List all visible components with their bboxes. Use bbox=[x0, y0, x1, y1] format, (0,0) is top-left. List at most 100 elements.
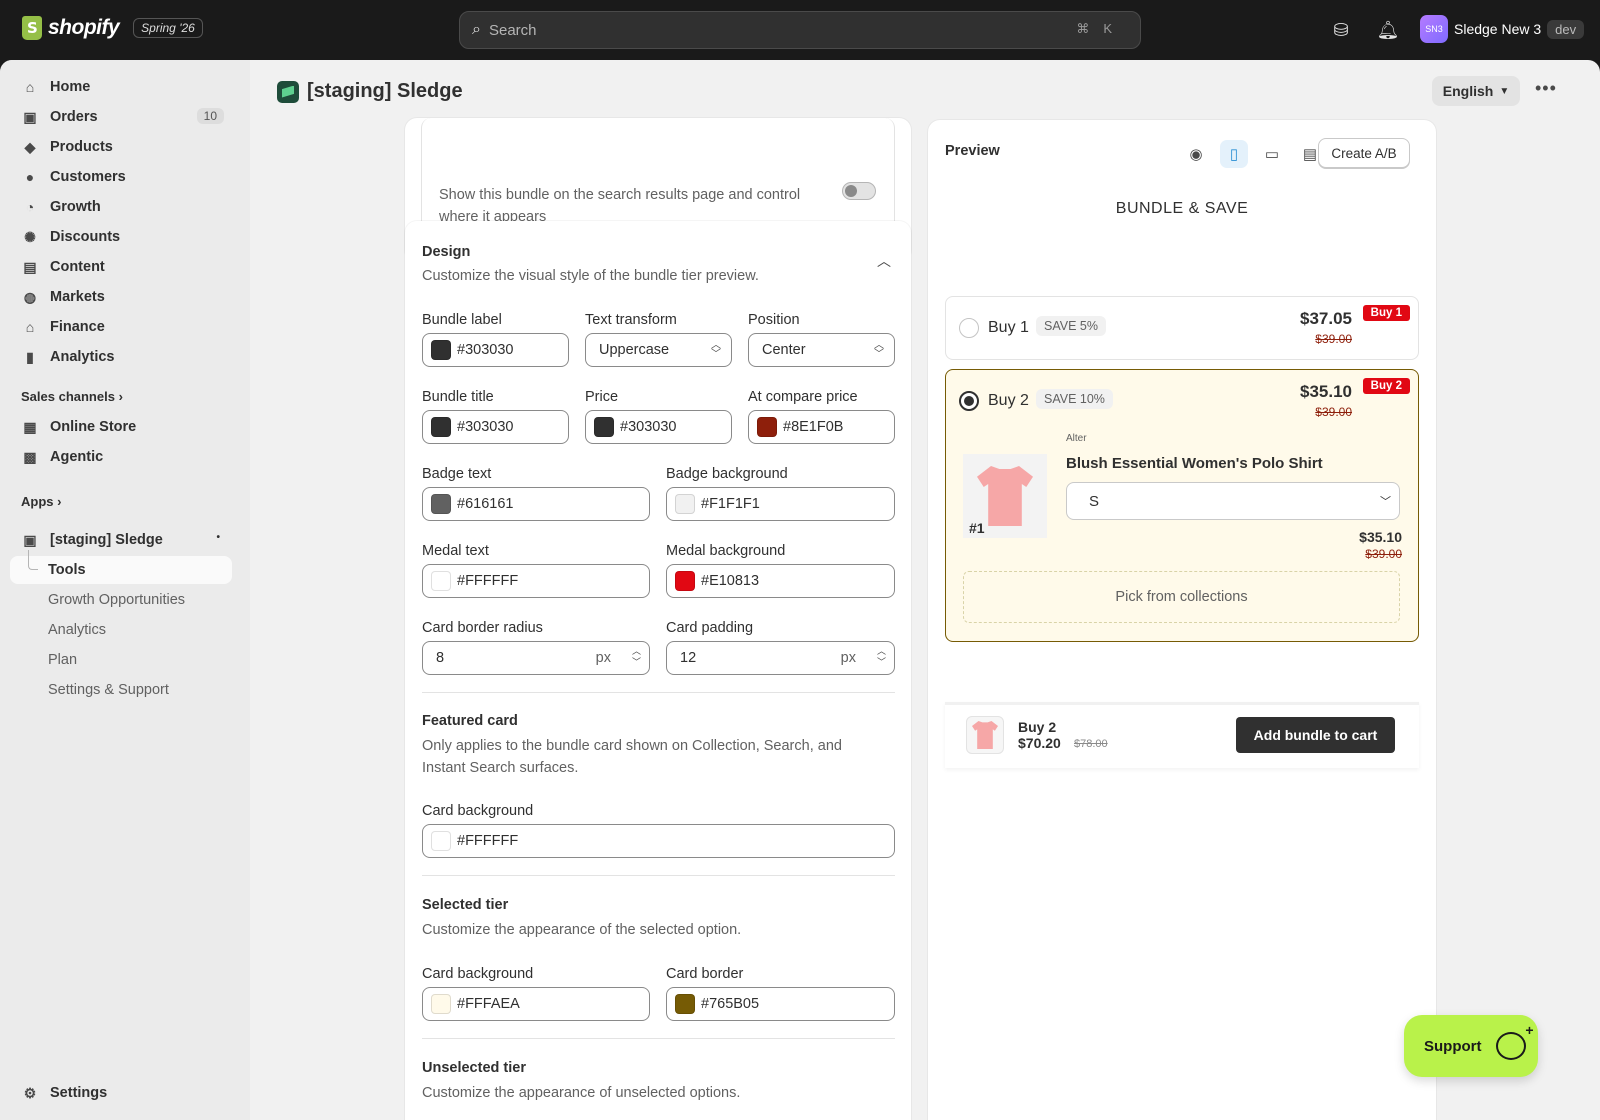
color-swatch[interactable] bbox=[431, 571, 451, 591]
sidebar-item-plan[interactable]: Plan bbox=[48, 652, 77, 668]
tier-radio-selected[interactable] bbox=[959, 391, 979, 411]
medal-text-color-field[interactable]: #FFFFFF bbox=[422, 564, 650, 598]
sidekick-icon[interactable]: ⛁ bbox=[1329, 18, 1353, 42]
stepper-arrows-icon[interactable]: ︿ ﹀ bbox=[632, 646, 641, 668]
sidebar-item-tools[interactable]: Tools bbox=[10, 550, 232, 584]
pick-from-collections-button[interactable]: Pick from collections bbox=[963, 571, 1400, 623]
badge-text-color-field[interactable]: #616161 bbox=[422, 487, 650, 521]
tier-radio[interactable] bbox=[959, 318, 979, 338]
shopify-bag-icon bbox=[22, 16, 42, 40]
sidebar-item-products[interactable]: ◆ Products bbox=[10, 133, 232, 161]
sidebar-item-home[interactable]: ⌂ Home bbox=[10, 73, 232, 101]
chevron-right-icon: › bbox=[57, 494, 62, 509]
preview-title: Preview bbox=[945, 143, 1000, 159]
more-actions-icon[interactable]: ••• bbox=[1535, 78, 1557, 99]
selected-card-background-color-field[interactable]: #FFFAEA bbox=[422, 987, 650, 1021]
support-button[interactable]: Support bbox=[1404, 1015, 1538, 1077]
tier-price: $37.05 bbox=[1300, 309, 1352, 328]
color-swatch[interactable] bbox=[431, 494, 451, 514]
sidebar-item-analytics[interactable]: ▮ Analytics bbox=[10, 343, 232, 371]
sidebar-item-customers[interactable]: ● Customers bbox=[10, 163, 232, 191]
desktop-icon[interactable]: ▭ bbox=[1258, 140, 1286, 168]
bundle-label-color-field[interactable]: #303030 bbox=[422, 333, 569, 367]
create-ab-button[interactable]: Create A/B bbox=[1318, 138, 1410, 168]
color-swatch[interactable] bbox=[431, 994, 451, 1014]
store-menu[interactable]: SN3 Sledge New 3 dev bbox=[1420, 15, 1585, 43]
featured-card-background-color-field[interactable]: #FFFFFF bbox=[422, 824, 895, 858]
sidebar-item-agentic[interactable]: ▩ Agentic bbox=[10, 443, 232, 471]
admin-shell: ⌂ Home ▣ Orders 10 ◆ Products ● Customers ◔ Gr… bbox=[0, 60, 1600, 1120]
bell-icon[interactable]: 🔔︎ bbox=[1376, 18, 1400, 42]
divider bbox=[422, 875, 895, 876]
price-color-field[interactable]: #303030 bbox=[585, 410, 732, 444]
home-icon: ⌂ bbox=[25, 79, 35, 95]
sidebar-item-sledge-app[interactable]: ▣ [staging] Sledge • bbox=[10, 526, 232, 554]
color-swatch[interactable] bbox=[594, 417, 614, 437]
text-transform-select[interactable]: Uppercase ︿ ﹀ bbox=[585, 333, 732, 367]
add-bundle-to-cart-button[interactable]: Add bundle to cart bbox=[1236, 717, 1395, 753]
color-swatch[interactable] bbox=[675, 494, 695, 514]
design-subtitle: Customize the visual style of the bundle… bbox=[422, 268, 759, 284]
edition-badge: Spring '26 bbox=[133, 18, 203, 38]
color-swatch[interactable] bbox=[675, 571, 695, 591]
color-swatch[interactable] bbox=[431, 340, 451, 360]
sticky-product-image bbox=[966, 716, 1004, 754]
sales-channels-header[interactable]: Sales channels › bbox=[21, 389, 123, 404]
apps-header[interactable]: Apps › bbox=[21, 494, 61, 509]
sidebar-item-discounts[interactable]: ✺ Discounts bbox=[10, 223, 232, 251]
section-label: Sales channels bbox=[21, 389, 115, 404]
section-label: Apps bbox=[21, 494, 54, 509]
polo-shirt-icon bbox=[972, 721, 998, 749]
tier-card-buy-2[interactable]: Buy 2 SAVE 10% $35.10 $39.00 Buy 2 Alter… bbox=[945, 369, 1419, 642]
featured-card-background-label: Card background bbox=[422, 803, 534, 819]
growth-icon: ◔ bbox=[25, 199, 35, 215]
card-border-radius-input[interactable]: 8 px ︿ ﹀ bbox=[422, 641, 650, 675]
page-title-text: [staging] Sledge bbox=[307, 80, 463, 102]
sticky-label: Buy 2 bbox=[1018, 719, 1057, 735]
selected-card-border-color-field[interactable]: #765B05 bbox=[666, 987, 895, 1021]
sidebar: ⌂ Home ▣ Orders 10 ◆ Products ● Customers ◔ Gr… bbox=[0, 60, 250, 1120]
card-padding-input[interactable]: 12 px ︿ ﹀ bbox=[666, 641, 895, 675]
sidebar-item-settings-support[interactable]: Settings & Support bbox=[48, 682, 169, 698]
bundle-title-color-field[interactable]: #303030 bbox=[422, 410, 569, 444]
badge-background-color-field[interactable]: #F1F1F1 bbox=[666, 487, 895, 521]
collapse-chevron-up-icon[interactable]: ︿ bbox=[877, 251, 891, 271]
mobile-icon[interactable]: ▯ bbox=[1220, 140, 1248, 168]
medal-badge: Buy 1 bbox=[1362, 305, 1410, 321]
compare-price-color-field[interactable]: #8E1F0B bbox=[748, 410, 895, 444]
language-selector[interactable]: English ▼ bbox=[1432, 76, 1520, 106]
selected-card-border-label: Card border bbox=[666, 966, 744, 982]
sidebar-item-content[interactable]: ▤ Content bbox=[10, 253, 232, 281]
sidebar-item-online-store[interactable]: ▦ Online Store bbox=[10, 413, 232, 441]
selected-tier-title: Selected tier bbox=[422, 897, 509, 913]
price-label: Price bbox=[585, 389, 619, 405]
tree-connector-icon bbox=[28, 550, 38, 570]
tier-card-buy-1[interactable]: Buy 1 SAVE 5% $37.05 $39.00 Buy 1 bbox=[945, 296, 1419, 360]
sidebar-item-growth[interactable]: ◔ Growth bbox=[10, 193, 232, 221]
sidebar-item-settings[interactable]: ⚙ Settings bbox=[10, 1079, 232, 1107]
sidebar-item-finance[interactable]: ⌂ Finance bbox=[10, 313, 232, 341]
shopify-logo[interactable]: shopify Spring '26 bbox=[22, 16, 203, 40]
color-swatch[interactable] bbox=[431, 417, 451, 437]
color-swatch[interactable] bbox=[675, 994, 695, 1014]
stepper-arrows-icon[interactable]: ︿ ﹀ bbox=[877, 646, 886, 668]
product-compare-price: $39.00 bbox=[1365, 547, 1402, 561]
sidebar-item-app-analytics[interactable]: Analytics bbox=[48, 622, 106, 638]
sidebar-item-label: Content bbox=[50, 259, 105, 275]
medal-background-color-field[interactable]: #E10813 bbox=[666, 564, 895, 598]
featured-card-description: Only applies to the bundle card shown on… bbox=[422, 738, 842, 776]
search-visibility-toggle[interactable] bbox=[842, 182, 876, 200]
field-value: Uppercase bbox=[599, 342, 670, 358]
sidebar-item-orders[interactable]: ▣ Orders 10 bbox=[10, 103, 232, 131]
position-select[interactable]: Center ︿ ﹀ bbox=[748, 333, 895, 367]
eye-icon[interactable]: ◉ bbox=[1182, 140, 1210, 168]
color-swatch[interactable] bbox=[431, 831, 451, 851]
search-bar[interactable]: ⌕ Search ⌘K bbox=[459, 11, 1141, 49]
color-swatch[interactable] bbox=[757, 417, 777, 437]
chevron-right-icon: › bbox=[118, 389, 123, 404]
sidebar-item-markets[interactable]: ◍ Markets bbox=[10, 283, 232, 311]
sticky-add-bar: Buy 2 $70.20 $78.00 Add bundle to cart bbox=[945, 702, 1419, 768]
sidebar-item-growth-opportunities[interactable]: Growth Opportunities bbox=[48, 592, 185, 608]
variant-select[interactable]: S ﹀ bbox=[1066, 482, 1400, 520]
store-icon: ▦ bbox=[23, 418, 37, 435]
